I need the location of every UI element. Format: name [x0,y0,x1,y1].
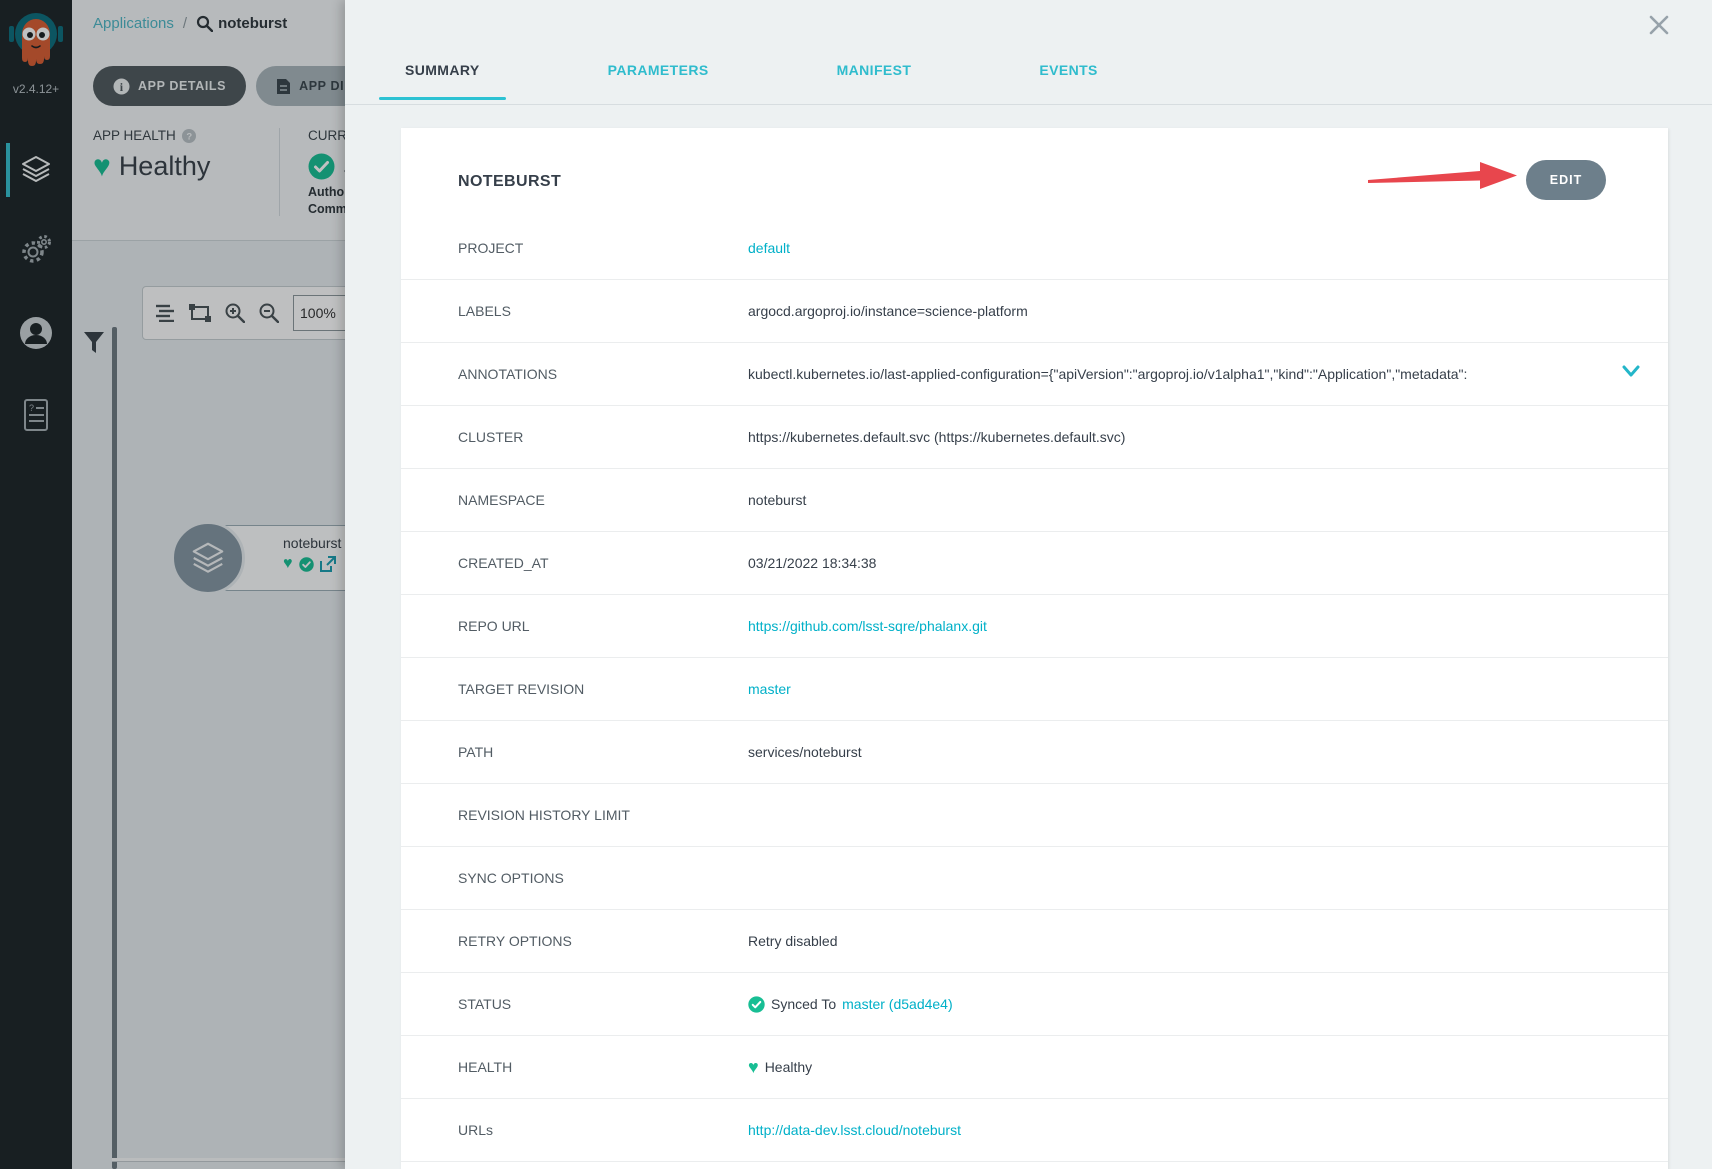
retry-options-value: Retry disabled [748,933,838,949]
row-label: ANNOTATIONS [458,366,748,382]
summary-rows: PROJECT default LABELS argocd.argoproj.i… [401,217,1668,1162]
status-revision-link[interactable]: master (d5ad4e4) [842,996,953,1012]
close-icon[interactable] [1646,12,1672,38]
row-retry-options: RETRY OPTIONS Retry disabled [401,910,1668,973]
repo-url-link[interactable]: https://github.com/lsst-sqre/phalanx.git [748,618,987,634]
row-repo-url: REPO URL https://github.com/lsst-sqre/ph… [401,595,1668,658]
tab-parameters[interactable]: PARAMETERS [608,62,709,100]
row-revision-history-limit: REVISION HISTORY LIMIT [401,784,1668,847]
row-cluster: CLUSTER https://kubernetes.default.svc (… [401,406,1668,469]
health-text: Healthy [765,1059,812,1075]
namespace-value: noteburst [748,492,806,508]
summary-card: NOTEBURST EDIT PROJECT default LABELS ar… [401,128,1668,1169]
path-value: services/noteburst [748,744,862,760]
synced-check-icon [748,996,765,1013]
annotations-value: kubectl.kubernetes.io/last-applied-confi… [748,366,1611,382]
row-label: STATUS [458,996,748,1012]
edit-button[interactable]: EDIT [1526,160,1606,200]
row-label: CLUSTER [458,429,748,445]
row-namespace: NAMESPACE noteburst [401,469,1668,532]
app-details-panel: SUMMARY PARAMETERS MANIFEST EVENTS NOTEB… [345,0,1712,1169]
annotation-arrow [1368,158,1518,192]
project-link[interactable]: default [748,240,790,256]
page-title: NOTEBURST [458,173,561,191]
status-text: Synced To [771,996,836,1012]
row-label: PROJECT [458,240,748,256]
app-url-link[interactable]: http://data-dev.lsst.cloud/noteburst [748,1122,961,1138]
row-label: PATH [458,744,748,760]
tab-manifest[interactable]: MANIFEST [837,62,912,100]
tab-summary[interactable]: SUMMARY [405,62,480,100]
row-urls: URLs http://data-dev.lsst.cloud/noteburs… [401,1099,1668,1162]
row-label: REPO URL [458,618,748,634]
row-label: RETRY OPTIONS [458,933,748,949]
modal-overlay[interactable] [0,0,345,1169]
row-project: PROJECT default [401,217,1668,280]
row-created-at: CREATED_AT 03/21/2022 18:34:38 [401,532,1668,595]
created-at-value: 03/21/2022 18:34:38 [748,555,876,571]
row-label: NAMESPACE [458,492,748,508]
tab-events[interactable]: EVENTS [1039,62,1097,100]
argocd-app: v2.4.12+ [0,0,1712,1169]
row-label: LABELS [458,303,748,319]
target-revision-link[interactable]: master [748,681,791,697]
tabs-divider [345,104,1712,105]
chevron-down-icon[interactable] [1622,365,1640,377]
row-annotations: ANNOTATIONS kubectl.kubernetes.io/last-a… [401,343,1668,406]
heart-icon: ♥ [748,1058,759,1076]
row-label: CREATED_AT [458,555,748,571]
row-target-revision: TARGET REVISION master [401,658,1668,721]
row-labels: LABELS argocd.argoproj.io/instance=scien… [401,280,1668,343]
row-label: REVISION HISTORY LIMIT [458,807,748,823]
row-status: STATUS Synced To master (d5ad4e4) [401,973,1668,1036]
panel-tabs: SUMMARY PARAMETERS MANIFEST EVENTS [405,62,1226,100]
row-health: HEALTH ♥ Healthy [401,1036,1668,1099]
row-path: PATH services/noteburst [401,721,1668,784]
row-sync-options: SYNC OPTIONS [401,847,1668,910]
cluster-value: https://kubernetes.default.svc (https://… [748,429,1125,445]
row-label: SYNC OPTIONS [458,870,748,886]
labels-value: argocd.argoproj.io/instance=science-plat… [748,303,1028,319]
row-label: TARGET REVISION [458,681,748,697]
row-label: HEALTH [458,1059,748,1075]
row-label: URLs [458,1122,748,1138]
